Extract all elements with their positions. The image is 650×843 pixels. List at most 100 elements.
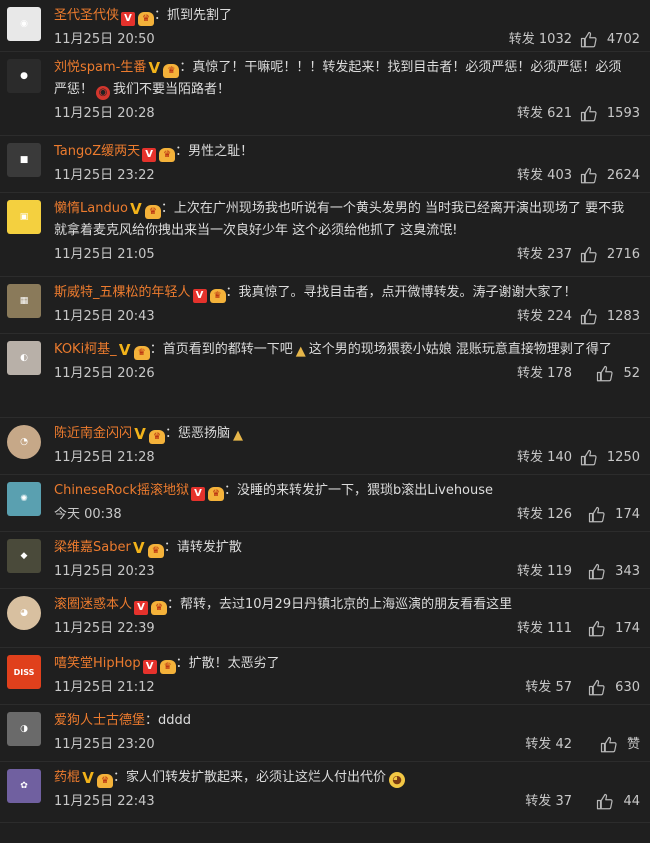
verified-v-icon: V	[118, 341, 131, 359]
timestamp: 11月25日 20:43	[54, 309, 155, 324]
repost-button[interactable]: 转发 1032	[509, 27, 572, 53]
like-button[interactable]: 4702	[580, 27, 640, 53]
like-count: 4702	[606, 32, 640, 47]
fan-badge-icon: ♛	[133, 346, 150, 360]
username-link[interactable]: ChineseRock摇滚地狱	[54, 483, 189, 498]
username-link[interactable]: 滚圈迷惑本人	[54, 597, 132, 612]
timestamp: 11月25日 20:28	[54, 106, 155, 121]
avatar[interactable]: DISS	[7, 655, 41, 689]
repost-button[interactable]: 转发 224	[517, 304, 572, 330]
verified-v-icon: V	[148, 59, 161, 77]
like-button[interactable]: 174	[588, 616, 640, 642]
like-button[interactable]: 630	[588, 675, 640, 701]
repost-button[interactable]: 转发 178	[517, 361, 572, 387]
like-button[interactable]: 赞	[600, 732, 640, 758]
username-link[interactable]: TangoZ缓两天	[54, 144, 140, 159]
verified-v-icon: V	[142, 148, 157, 162]
comment-text: KOKi柯基_ V ♛ ：首页看到的都转一下吧 ▲ 这个男的现场猥亵小姑娘 混账玩意直接物…	[54, 339, 640, 361]
thumb-up-icon	[589, 620, 605, 637]
comment-body: ：男性之耻！	[175, 144, 254, 159]
repost-button[interactable]: 转发 237	[517, 242, 572, 268]
comment-item: ● 刘悦spam-生番 V ♛ ：真惊了！干嘛呢！！！转发起来！找到目击者！必须严惩！必…	[0, 52, 650, 136]
comment-item: DISS 嘻笑堂HipHop V ♛ ：扩散！太恶劣了 11月25日 21:12 转发 57…	[0, 648, 650, 705]
comment-item: ◑ 爱狗人士古德堡：dddd 11月25日 23:20 转发 42 赞	[0, 705, 650, 762]
repost-count: 1032	[538, 32, 572, 47]
avatar[interactable]: ✺	[7, 482, 41, 516]
comment-item: ◔ 陈近南金闪闪 V ♛ ：惩恶扬脑 ▲ 11月25日 21:28 转发 140 1250	[0, 418, 650, 475]
sad-emoji-icon: ◕	[389, 772, 406, 788]
username-link[interactable]: 圣代圣代侠	[54, 8, 119, 23]
repost-button[interactable]: 转发 403	[517, 163, 572, 189]
timestamp: 11月25日 20:26	[54, 366, 155, 381]
like-button[interactable]: 44	[596, 789, 640, 815]
repost-count: 237	[547, 247, 572, 262]
username-link[interactable]: 懒惰Landuo	[54, 201, 128, 216]
username-link[interactable]: 刘悦spam-生番	[54, 60, 146, 75]
username-link[interactable]: 斯威特_五棵松的年轻人	[54, 285, 191, 300]
thumb-up-icon	[597, 793, 614, 810]
repost-button[interactable]: 转发 621	[517, 101, 572, 127]
thumb-up-icon	[580, 105, 597, 122]
avatar[interactable]: ▣	[7, 200, 41, 234]
like-count: 44	[623, 794, 640, 809]
fan-badge-icon: ♛	[159, 660, 176, 674]
like-button[interactable]: 1250	[580, 445, 640, 471]
username-link[interactable]: 陈近南金闪闪	[54, 426, 132, 441]
like-button[interactable]: 1593	[580, 101, 640, 127]
like-button[interactable]: 343	[588, 559, 640, 585]
repost-button[interactable]: 转发 37	[525, 789, 572, 815]
like-button[interactable]: 2716	[580, 242, 640, 268]
repost-button[interactable]: 转发 119	[517, 559, 572, 585]
verified-v-icon: V	[133, 539, 145, 557]
thumb-up-icon	[589, 679, 605, 696]
repost-label: 转发	[517, 106, 544, 121]
username-link[interactable]: 爱狗人士古德堡	[54, 713, 145, 728]
repost-label: 转发	[517, 507, 544, 522]
timestamp: 11月25日 20:50	[54, 32, 155, 47]
comment-list: ◉ 圣代圣代侠 V ♛ ：抓到先割了 11月25日 20:50 转发 1032 4702 ● 刘悦…	[0, 0, 650, 823]
avatar[interactable]: ✿	[7, 769, 41, 803]
avatar[interactable]: ◉	[7, 7, 41, 41]
username-link[interactable]: 梁维嘉Saber	[54, 540, 131, 555]
avatar[interactable]: ◐	[7, 341, 41, 375]
avatar[interactable]: ●	[7, 59, 41, 93]
comment-text: 斯威特_五棵松的年轻人 V ♛ ：我真惊了。寻找目击者，点开微博转发。涛子谢谢大家了！	[54, 282, 640, 304]
comment-item: ◉ 圣代圣代侠 V ♛ ：抓到先割了 11月25日 20:50 转发 1032 4702	[0, 0, 650, 52]
repost-button[interactable]: 转发 42	[525, 732, 572, 758]
avatar[interactable]: ◆	[7, 539, 41, 573]
username-link[interactable]: 嘻笑堂HipHop	[54, 656, 141, 671]
repost-label: 转发	[525, 737, 552, 752]
avatar[interactable]: ■	[7, 143, 41, 177]
thumb-up-icon	[580, 449, 597, 466]
like-count: 2624	[606, 168, 640, 183]
avatar[interactable]: ◕	[7, 596, 41, 630]
username-link[interactable]: 药棍	[54, 770, 80, 785]
username-link[interactable]: KOKi柯基_	[54, 342, 117, 357]
like-button[interactable]: 174	[588, 502, 640, 528]
repost-label: 转发	[517, 564, 544, 579]
like-button[interactable]: 2624	[580, 163, 640, 189]
fan-badge-icon: ♛	[138, 12, 155, 26]
verified-v-icon: V	[142, 660, 157, 674]
thumb-up-icon	[597, 365, 614, 382]
repost-button[interactable]: 转发 111	[517, 616, 572, 642]
repost-label: 转发	[517, 621, 544, 636]
avatar[interactable]: ▦	[7, 284, 41, 318]
repost-button[interactable]: 转发 57	[525, 675, 572, 701]
repost-count: 178	[547, 366, 572, 381]
verified-v-icon: V	[134, 601, 149, 615]
avatar[interactable]: ◑	[7, 712, 41, 746]
timestamp: 11月25日 23:20	[54, 737, 155, 752]
timestamp: 11月25日 21:05	[54, 247, 155, 262]
repost-button[interactable]: 转发 140	[517, 445, 572, 471]
avatar[interactable]: ◔	[7, 425, 41, 459]
like-button[interactable]: 1283	[580, 304, 640, 330]
verified-v-icon: V	[82, 769, 94, 787]
fan-badge-icon: ♛	[151, 601, 168, 615]
like-button[interactable]: 52	[596, 361, 640, 387]
comment-body-cont: 这个男的现场猥亵小姑娘 混账玩意直接物理剥了得了	[308, 342, 612, 357]
comment-meta: 11月25日 23:22 转发 403 2624	[54, 163, 640, 189]
repost-button[interactable]: 转发 126	[517, 502, 572, 528]
fan-badge-icon: ♛	[149, 430, 166, 444]
repost-label: 转发	[525, 794, 552, 809]
